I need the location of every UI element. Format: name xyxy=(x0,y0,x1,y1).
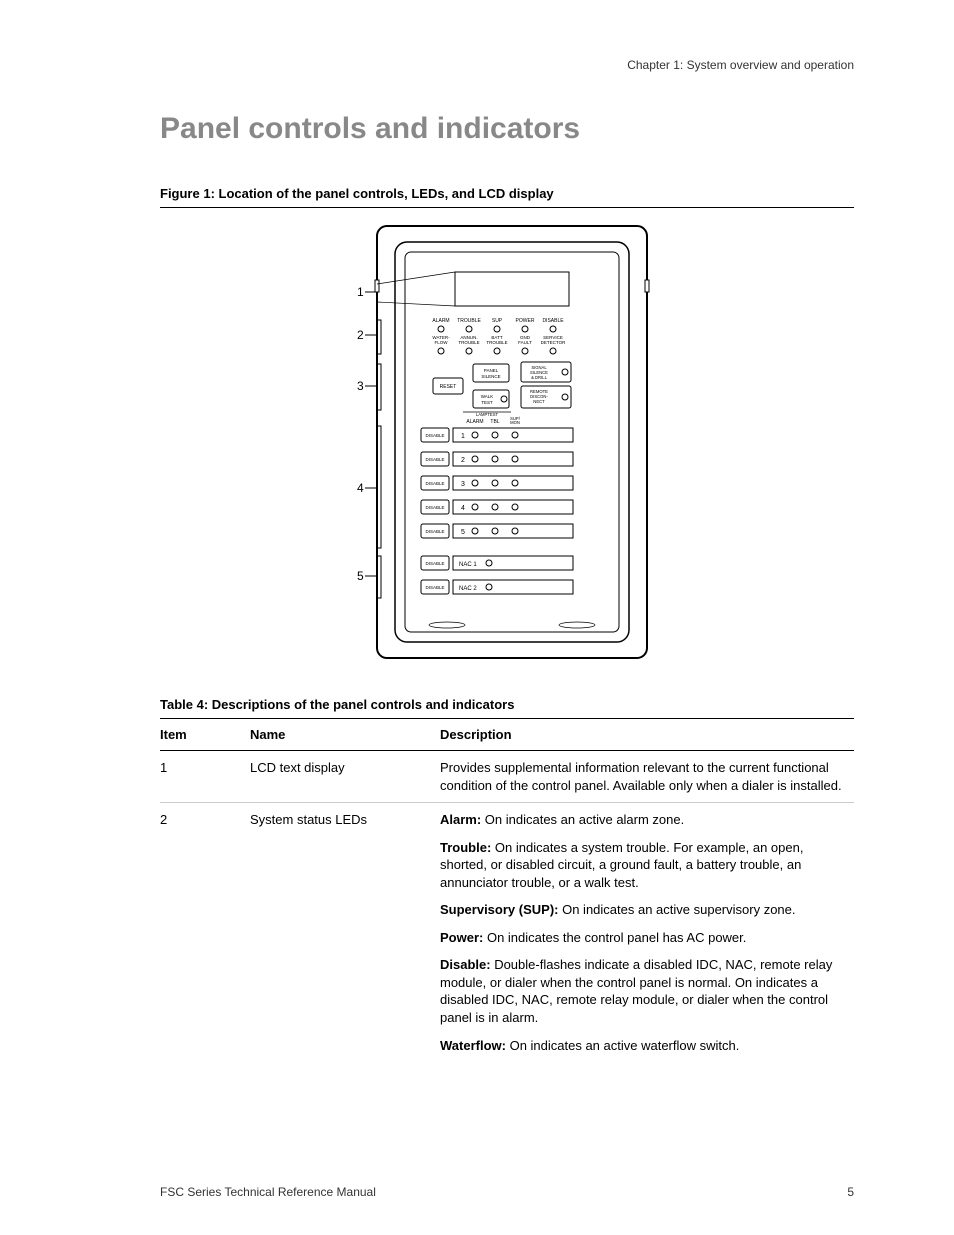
cell-description: Provides supplemental information releva… xyxy=(440,751,854,803)
cell-description: Alarm: On indicates an active alarm zone… xyxy=(440,803,854,1063)
cell-item: 1 xyxy=(160,751,250,803)
svg-text:3: 3 xyxy=(461,481,465,488)
buttons-block: RESET PANEL SILENCE SIGNAL SILENCE & DRI… xyxy=(433,362,571,417)
page: Chapter 1: System overview and operation… xyxy=(0,0,954,1235)
svg-text:DISABLE: DISABLE xyxy=(425,585,444,590)
svg-text:TBL: TBL xyxy=(490,419,499,425)
svg-text:TROUBLE: TROUBLE xyxy=(486,340,507,345)
cell-item: 2 xyxy=(160,803,250,1063)
zone-block: ALARM TBL SUP/ MON xyxy=(466,416,520,425)
svg-text:SILENCE: SILENCE xyxy=(481,374,500,379)
footer-page-number: 5 xyxy=(847,1185,854,1199)
led-block: ALARM TROUBLE SUP POWER DISABLE WATER-FL… xyxy=(432,318,566,354)
svg-text:LAMPTEST: LAMPTEST xyxy=(476,412,499,417)
panel-svg: 1 ALARM TROUBLE SUP POWER DISABLE xyxy=(347,222,667,662)
svg-text:NECT: NECT xyxy=(533,399,545,404)
footer-left: FSC Series Technical Reference Manual xyxy=(160,1185,376,1199)
svg-text:5: 5 xyxy=(461,529,465,536)
svg-text:2: 2 xyxy=(461,457,465,464)
svg-text:DISABLE: DISABLE xyxy=(542,318,564,324)
th-description: Description xyxy=(440,719,854,751)
table-caption: Table 4: Descriptions of the panel contr… xyxy=(160,697,854,719)
svg-text:FAULT: FAULT xyxy=(518,340,532,345)
callout-2: 2 xyxy=(357,328,364,342)
table-row: 2 System status LEDs Alarm: On indicates… xyxy=(160,803,854,1063)
page-title: Panel controls and indicators xyxy=(160,112,854,146)
page-footer: FSC Series Technical Reference Manual 5 xyxy=(160,1185,854,1199)
figure-caption: Figure 1: Location of the panel controls… xyxy=(160,186,854,208)
svg-text:SUP: SUP xyxy=(492,318,503,324)
svg-text:DISABLE: DISABLE xyxy=(425,529,444,534)
svg-text:DISABLE: DISABLE xyxy=(425,505,444,510)
svg-text:DISABLE: DISABLE xyxy=(425,561,444,566)
descriptions-table: Item Name Description 1 LCD text display… xyxy=(160,719,854,1062)
svg-text:ALARM: ALARM xyxy=(466,419,483,425)
callout-1: 1 xyxy=(357,285,364,299)
svg-text:4: 4 xyxy=(461,505,465,512)
table-row: 1 LCD text display Provides supplemental… xyxy=(160,751,854,803)
panel-diagram: 1 ALARM TROUBLE SUP POWER DISABLE xyxy=(347,222,667,662)
svg-text:NAC 2: NAC 2 xyxy=(459,586,477,592)
svg-text:TROUBLE: TROUBLE xyxy=(458,340,479,345)
svg-text:TEST: TEST xyxy=(481,400,493,405)
svg-text:DISABLE: DISABLE xyxy=(425,457,444,462)
svg-text:PANEL: PANEL xyxy=(484,368,499,373)
svg-text:TROUBLE: TROUBLE xyxy=(457,318,481,324)
svg-text:1: 1 xyxy=(461,433,465,440)
svg-text:WALK: WALK xyxy=(481,394,494,399)
cell-name: System status LEDs xyxy=(250,803,440,1063)
cell-name: LCD text display xyxy=(250,751,440,803)
svg-text:ALARM: ALARM xyxy=(432,318,449,324)
svg-text:DISABLE: DISABLE xyxy=(425,433,444,438)
svg-text:POWER: POWER xyxy=(516,318,535,324)
svg-text:FLOW: FLOW xyxy=(435,340,449,345)
svg-text:MON: MON xyxy=(510,420,520,425)
callout-4: 4 xyxy=(357,481,364,495)
chapter-header: Chapter 1: System overview and operation xyxy=(160,58,854,72)
th-item: Item xyxy=(160,719,250,751)
svg-text:DETECTOR: DETECTOR xyxy=(541,340,566,345)
svg-text:NAC 1: NAC 1 xyxy=(459,562,477,568)
svg-text:DISABLE: DISABLE xyxy=(425,481,444,486)
svg-text:RESET: RESET xyxy=(440,384,457,390)
callout-5: 5 xyxy=(357,569,364,583)
th-name: Name xyxy=(250,719,440,751)
callout-3: 3 xyxy=(357,379,364,393)
svg-text:& DRILL: & DRILL xyxy=(531,375,547,380)
figure-area: 1 ALARM TROUBLE SUP POWER DISABLE xyxy=(160,222,854,667)
